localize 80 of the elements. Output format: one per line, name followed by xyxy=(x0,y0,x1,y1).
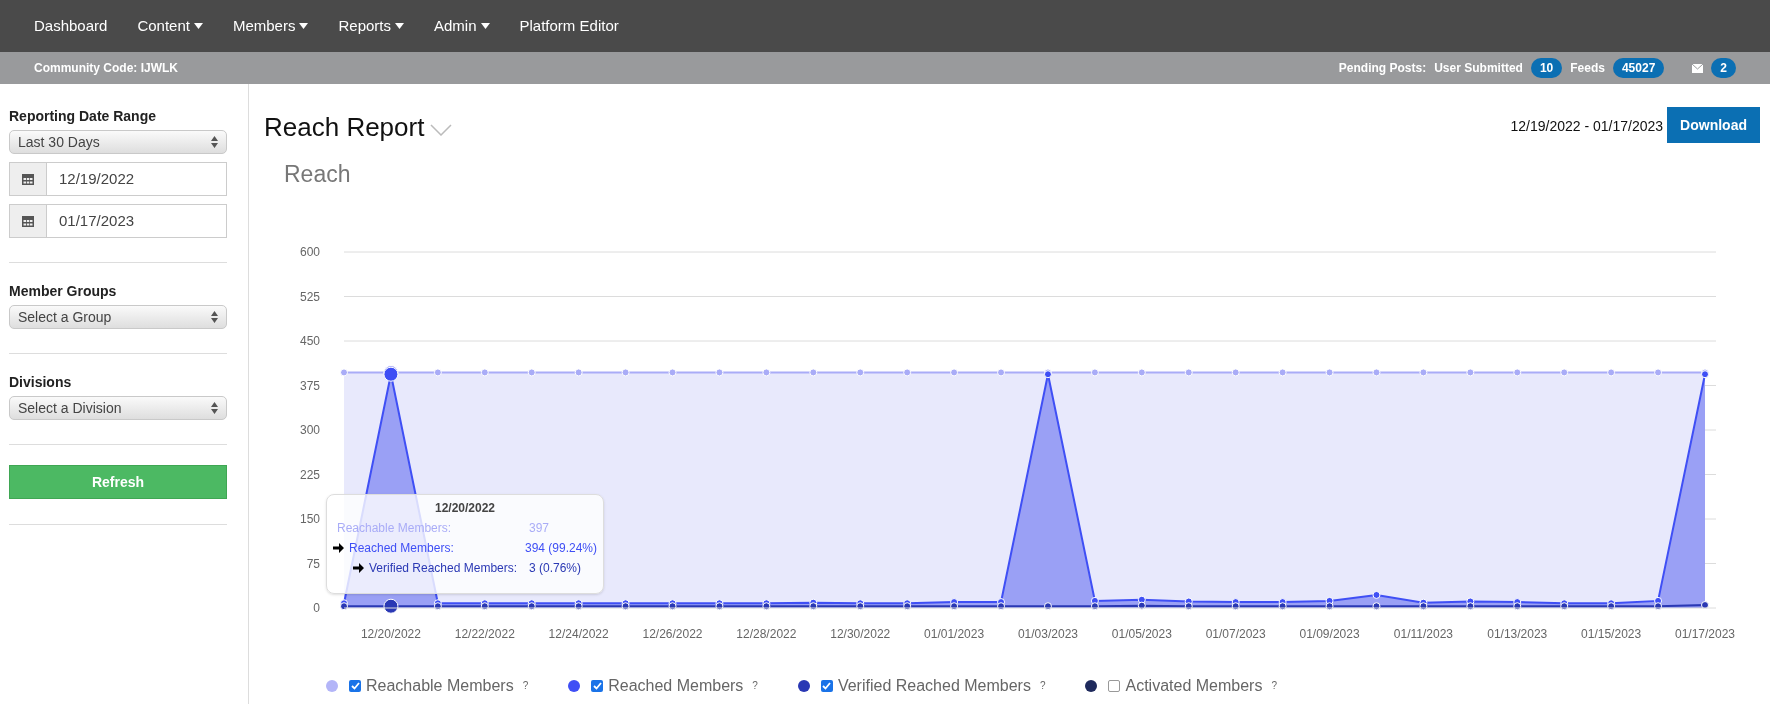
count-badge: 2 xyxy=(1711,58,1736,78)
x-tick-label: 01/09/2023 xyxy=(1299,626,1360,641)
point xyxy=(1372,590,1381,599)
updown-icon xyxy=(211,311,218,323)
x-tick-label: 12/30/2022 xyxy=(830,626,891,641)
legend-checkbox[interactable] xyxy=(1108,679,1121,692)
dropdown-select[interactable]: Last 30 Days xyxy=(9,130,227,154)
y-tick-label: 375 xyxy=(299,378,320,392)
nav-link[interactable]: Members xyxy=(232,14,309,38)
pending-label: Pending Posts: xyxy=(1338,60,1427,77)
date-input[interactable]: 01/17/2023 xyxy=(47,205,226,237)
legend-label[interactable]: Verified Reached Members xyxy=(837,673,1031,698)
x-tick-label: 01/11/2023 xyxy=(1393,626,1453,641)
nav-link[interactable]: Reports xyxy=(338,14,404,38)
legend-checkbox[interactable] xyxy=(591,679,604,692)
tooltip-date: 12/20/2022 xyxy=(433,499,497,516)
y-tick-label: 600 xyxy=(299,244,320,259)
help-mark[interactable]: ? xyxy=(1039,678,1046,693)
legend-label[interactable]: Reachable Members xyxy=(366,673,514,698)
section-title: Reporting Date Range xyxy=(9,107,157,126)
nav-link[interactable]: Platform Editor xyxy=(519,14,619,38)
arrow-icon xyxy=(353,562,364,573)
y-tick-label: 300 xyxy=(299,422,320,437)
x-tick-label: 01/15/2023 xyxy=(1581,626,1642,641)
chart-title: Reach xyxy=(284,160,352,189)
section-title: Member Groups xyxy=(9,282,118,301)
date-field[interactable]: 01/17/2023 xyxy=(9,204,227,238)
x-tick-label: 12/28/2022 xyxy=(736,626,797,641)
y-tick-label: 75 xyxy=(306,556,320,570)
legend-checkbox[interactable] xyxy=(820,679,833,692)
updown-icon xyxy=(211,402,218,414)
y-tick-label: 150 xyxy=(299,511,320,526)
dropdown-select[interactable]: Select a Group xyxy=(9,305,227,329)
calendar-icon xyxy=(22,215,34,227)
help-mark[interactable]: ? xyxy=(522,678,529,693)
y-tick-label: 450 xyxy=(299,333,320,348)
calendar-icon xyxy=(22,173,34,185)
tooltip-value: 394 (99.24%) xyxy=(524,540,597,555)
x-tick-label: 01/17/2023 xyxy=(1674,626,1736,641)
y-tick-label: 525 xyxy=(299,289,320,303)
tooltip-label: Reachable Members: xyxy=(337,520,452,535)
x-tick-label: 01/13/2023 xyxy=(1487,626,1548,641)
point xyxy=(1137,595,1146,604)
date-range-text: 12/19/2022 - 01/17/2023 xyxy=(1510,117,1664,136)
legend-checkbox[interactable] xyxy=(349,679,361,692)
date-input[interactable]: 12/19/2022 xyxy=(47,163,226,195)
x-tick-label: 01/07/2023 xyxy=(1205,626,1266,641)
x-tick-label: 01/03/2023 xyxy=(1017,626,1078,641)
x-tick-label: 12/22/2022 xyxy=(454,626,515,641)
community-code: Community Code: IJWLK xyxy=(34,60,178,77)
pending-type: Feeds xyxy=(1570,60,1605,77)
date-field[interactable]: 12/19/2022 xyxy=(9,162,227,196)
help-mark[interactable]: ? xyxy=(752,678,758,693)
dropdown-select[interactable]: Select a Division xyxy=(9,396,227,420)
legend-label[interactable]: Reached Members xyxy=(608,673,744,698)
x-tick-label: 12/20/2022 xyxy=(360,626,421,641)
x-tick-label: 01/05/2023 xyxy=(1111,626,1172,641)
legend-label[interactable]: Activated Members xyxy=(1125,673,1263,698)
mail-icon[interactable] xyxy=(1692,63,1704,73)
y-tick-label: 0 xyxy=(313,600,320,615)
x-tick-label: 12/24/2022 xyxy=(548,626,609,641)
tooltip-value: 3 (0.76%) xyxy=(529,560,582,575)
updown-icon xyxy=(211,136,218,148)
download-button[interactable]: Download xyxy=(1667,107,1760,143)
tooltip-label: Reached Members: xyxy=(349,540,454,555)
help-mark[interactable]: ? xyxy=(1271,678,1277,693)
section-title: Divisions xyxy=(9,373,73,392)
x-tick-label: 12/26/2022 xyxy=(642,626,703,641)
x-tick-label: 01/01/2023 xyxy=(924,626,985,641)
tooltip-value: 397 xyxy=(529,520,550,535)
nav-link[interactable]: Dashboard xyxy=(34,14,108,38)
y-tick-label: 225 xyxy=(299,467,320,481)
pending-type: User Submitted xyxy=(1434,60,1523,77)
count-badge: 10 xyxy=(1530,58,1563,78)
tooltip-label: Verified Reached Members: xyxy=(369,560,518,575)
arrow-icon xyxy=(333,542,344,553)
nav-link[interactable]: Content xyxy=(137,14,203,38)
count-badge: 45027 xyxy=(1612,58,1665,78)
report-title: Reach Report xyxy=(264,111,425,144)
nav-link[interactable]: Admin xyxy=(434,14,490,38)
